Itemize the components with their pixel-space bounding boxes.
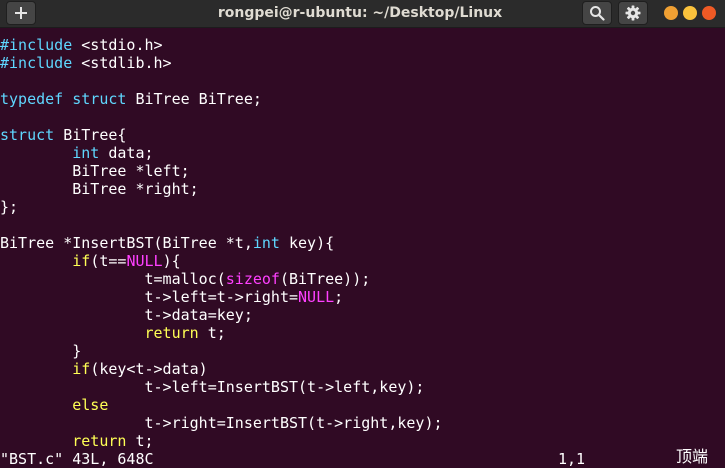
minimize-button[interactable] [664,6,678,20]
vim-status-bar: "BST.c" 43L, 648C 1,1 顶端 [0,447,725,468]
code-token: t; [198,324,226,342]
code-token: else [72,396,109,414]
code-line: t->left=InsertBST(t->left,key); [0,378,725,396]
header-bar: rongpei@r-ubuntu: ~/Desktop/Linux [0,0,725,28]
menu-button[interactable] [618,1,648,25]
code-line: else [0,396,725,414]
status-scroll-position: 顶端 [676,447,709,466]
code-line: if(key<t->data) [0,360,725,378]
terminal-body[interactable]: #include <stdio.h> #include <stdlib.h> ty… [0,36,725,468]
code-line: #include <stdlib.h> [0,54,725,72]
code-token: BiTree *right; [0,180,199,198]
code-token: (BiTree)); [279,270,371,288]
code-line: t=malloc(sizeof(BiTree)); [0,270,725,288]
code-token: BiTree *left; [0,162,190,180]
code-token: sizeof [225,270,280,288]
status-cursor-position: 1,1 [558,450,586,468]
code-token: }; [0,198,19,216]
code-token: <stdio.h> [72,36,163,54]
code-editor[interactable]: #include <stdio.h> #include <stdlib.h> ty… [0,36,725,450]
code-token: struct [72,90,127,108]
code-token: if [72,360,91,378]
plus-icon [15,7,27,19]
code-token: BiTree BiTree; [126,90,262,108]
code-line: }; [0,198,725,216]
gear-icon [625,5,641,21]
code-token: int [72,144,100,162]
terminal-window: rongpei@r-ubuntu: ~/Desktop/Linux #inclu… [0,0,725,468]
code-line: BiTree *left; [0,162,725,180]
search-icon [590,6,605,21]
code-line: t->right=InsertBST(t->right,key); [0,414,725,432]
code-line: } [0,342,725,360]
code-token: BiTree *InsertBST(BiTree *t, [0,234,253,252]
code-token: ; [334,288,344,306]
code-token: t->data=key; [0,306,253,324]
code-token: struct [0,126,55,144]
code-line: return t; [0,432,725,450]
code-token: t=malloc( [0,270,226,288]
code-token: key){ [279,234,335,252]
code-token: <stdlib.h> [72,54,172,72]
code-line: int data; [0,144,725,162]
code-token: (key<t->data) [90,360,208,378]
code-token: ){ [162,252,181,270]
code-line: typedef struct BiTree BiTree; [0,90,725,108]
code-token: return [72,432,127,450]
code-token: } [0,342,82,360]
status-file-info: "BST.c" 43L, 648C [0,450,154,468]
code-token: data; [99,144,154,162]
close-button[interactable] [702,6,716,20]
code-token: t->left=t->right= [0,288,299,306]
code-token: (t== [90,252,127,270]
new-tab-button[interactable] [6,1,36,25]
maximize-button[interactable] [683,6,697,20]
code-token: BiTree{ [54,126,127,144]
code-token: #include [0,36,73,54]
code-token: typedef [0,90,64,108]
code-token: if [72,252,91,270]
code-line: BiTree *right; [0,180,725,198]
code-line: BiTree *InsertBST(BiTree *t,int key){ [0,234,725,252]
code-token: NULL [126,252,163,270]
code-token: t->right=InsertBST(t->right,key); [0,414,443,432]
code-line: if(t==NULL){ [0,252,725,270]
code-line: return t; [0,324,725,342]
code-token: #include [0,54,73,72]
code-token: return [144,324,199,342]
search-button[interactable] [582,1,612,25]
code-token: t; [126,432,154,450]
code-token: int [252,234,280,252]
code-token: t->left=InsertBST(t->left,key); [0,378,425,396]
code-line: t->data=key; [0,306,725,324]
code-line: t->left=t->right=NULL; [0,288,725,306]
code-line: struct BiTree{ [0,126,725,144]
window-title: rongpei@r-ubuntu: ~/Desktop/Linux [217,5,503,21]
code-token: NULL [298,288,335,306]
code-line: #include <stdio.h> [0,36,725,54]
